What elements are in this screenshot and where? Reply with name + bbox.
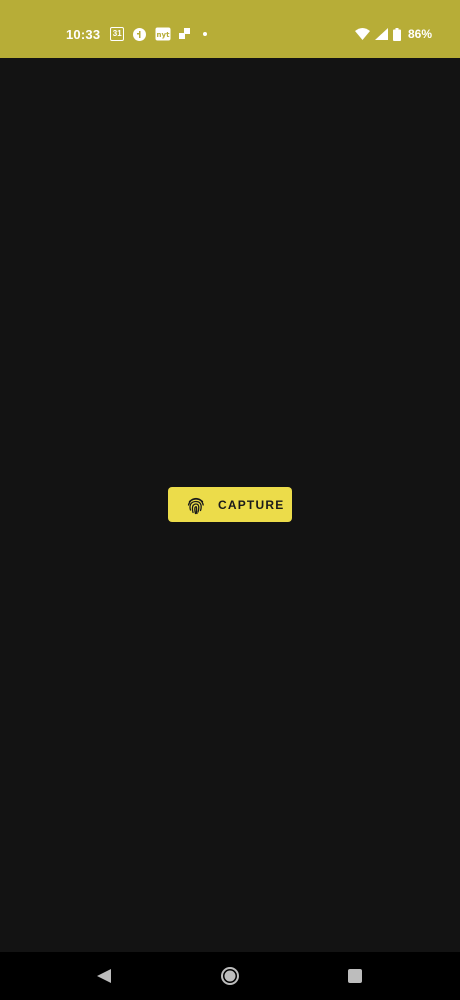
status-right: 86% [354,25,432,43]
back-icon [97,969,111,983]
recents-button[interactable] [345,966,365,986]
capture-button[interactable]: CAPTURE [168,487,292,522]
status-time: 10:33 [66,26,101,42]
svg-text:nyt: nyt [157,31,171,39]
google-icon [132,27,147,42]
signal-icon [374,28,388,40]
dot-icon [203,32,208,36]
app-icon [179,28,191,40]
home-button[interactable] [220,966,240,986]
navigation-bar [0,952,460,1000]
capture-label: CAPTURE [218,497,285,512]
fingerprint-icon [186,495,206,515]
wifi-icon [354,28,370,40]
battery-percent: 86% [407,27,432,41]
recents-icon [348,969,362,983]
calendar-icon: 31 [110,27,125,41]
back-button[interactable] [94,966,114,986]
nyt-icon: nyt [155,27,171,41]
home-icon [221,967,239,985]
app-screen: 10:33 31 nyt 86% CAPTURE [0,0,460,1000]
battery-icon [392,27,401,41]
status-bar: 10:33 31 nyt 86% [0,0,460,58]
status-left: 10:33 31 nyt [66,25,208,43]
